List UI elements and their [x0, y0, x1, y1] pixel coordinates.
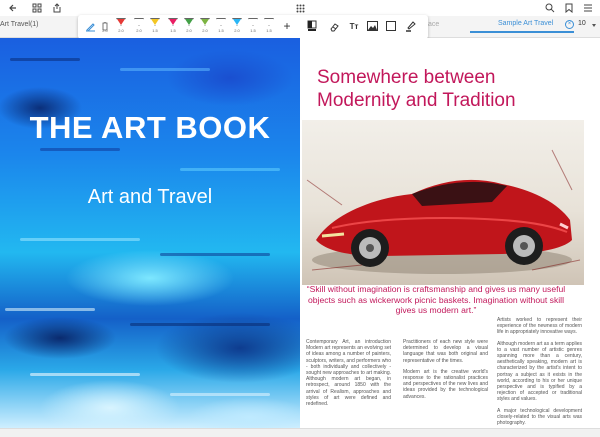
paragraph: Practitioners of each new style were det… — [403, 339, 488, 364]
bottom-bar — [0, 428, 600, 437]
app-bar — [0, 0, 600, 16]
page-number-select[interactable]: 10 — [578, 20, 598, 32]
pen-tool-4[interactable]: 1.5 — [148, 18, 162, 36]
pen-color-swatch — [169, 19, 177, 25]
grid-icon[interactable] — [30, 1, 44, 15]
paragraph: Modern art is the creative world's respo… — [403, 368, 488, 400]
menu-icon[interactable] — [581, 1, 595, 15]
paragraph: Although modern art as a term applies to… — [497, 340, 582, 403]
pen-size: 2.0 — [202, 28, 208, 33]
pen-tool-1[interactable]: 2.0 — [98, 18, 112, 36]
close-icon[interactable]: × — [565, 20, 574, 29]
pen-tool-7[interactable]: 2.0 — [198, 18, 212, 36]
book-title: THE ART BOOK — [29, 110, 271, 145]
article-column-3: Artists worked to represent their experi… — [497, 317, 582, 428]
book-subtitle: Art and Travel — [87, 186, 213, 208]
pen-tool-2[interactable]: 2.0 — [114, 18, 128, 36]
drawing-toolbar: 2.0 2.0 2.0 1.5 1.5 2.0 2.0 1.5 2.0 1.5 … — [78, 15, 428, 39]
paragraph: A major technological development closel… — [497, 407, 582, 427]
text-icon[interactable]: Tт — [348, 20, 360, 32]
share-icon[interactable] — [50, 1, 64, 15]
pen-size: 1.5 — [152, 28, 158, 33]
search-icon[interactable] — [543, 1, 557, 15]
pen-size: 2.0 — [234, 28, 240, 33]
pull-quote: “Skill without imagination is craftsmans… — [306, 284, 566, 315]
pen-size: 1.5 — [218, 28, 224, 33]
pen-color-swatch — [151, 19, 159, 25]
pen-tool-9[interactable]: 2.0 — [230, 18, 244, 36]
pen-tool-6[interactable]: 2.0 — [182, 18, 196, 36]
pen-icon — [216, 18, 226, 26]
tab-hidden[interactable]: ace — [428, 21, 439, 28]
article-column-2: Practitioners of each new style were det… — [403, 339, 488, 405]
pen-icon — [248, 18, 258, 26]
pen-tool-5[interactable]: 1.5 — [166, 18, 180, 36]
pen-tool-11[interactable]: 1.5 — [262, 18, 276, 36]
pen-tool-8[interactable]: 1.5 — [214, 18, 228, 36]
pen-tool-10[interactable]: 1.5 — [246, 18, 260, 36]
eraser-icon[interactable] — [328, 20, 340, 32]
pen-size: 2.0 — [118, 28, 124, 33]
tab-art-travel[interactable]: Art Travel(1) — [0, 21, 39, 28]
headline-line-1: Somewhere between — [317, 67, 496, 88]
tab-sample-art-travel[interactable]: Sample Art Travel × — [470, 18, 574, 33]
apps-icon[interactable] — [293, 1, 307, 15]
add-pen-button[interactable]: + — [281, 19, 293, 33]
pen-icon — [264, 18, 274, 26]
article-headline: Somewhere between Modernity and Traditio… — [317, 66, 597, 112]
pen-size: 1.5 — [266, 28, 272, 33]
color-swatch-icon[interactable] — [306, 20, 318, 32]
tab-sample-art-travel-label: Sample Art Travel — [498, 20, 554, 27]
highlighter-icon[interactable] — [405, 20, 417, 32]
pen-color-swatch — [201, 19, 209, 25]
pen-size: 1.5 — [250, 28, 256, 33]
article-page: Somewhere between Modernity and Traditio… — [300, 38, 600, 428]
pen-color-swatch — [117, 19, 125, 25]
shape-icon[interactable] — [385, 20, 397, 32]
pen-select-icon[interactable] — [84, 20, 96, 32]
pen-size: 2.0 — [102, 28, 108, 33]
pen-color-swatch — [233, 19, 241, 25]
headline-line-2: Modernity and Tradition — [317, 90, 516, 111]
image-icon[interactable] — [366, 20, 378, 32]
paragraph: Artists worked to represent their experi… — [497, 317, 582, 336]
pen-icon — [134, 18, 144, 26]
article-column-1: Contemporary Art, an introduction Modern… — [306, 339, 391, 412]
pen-size: 2.0 — [186, 28, 192, 33]
sports-car-artwork — [302, 120, 584, 285]
cover-page: THE ART BOOK Art and Travel — [0, 38, 300, 428]
pen-size: 1.5 — [170, 28, 176, 33]
paragraph: Contemporary Art, an introduction Modern… — [306, 339, 391, 408]
pen-color-swatch — [185, 19, 193, 25]
bookmark-icon[interactable] — [562, 1, 576, 15]
back-arrow-icon[interactable] — [6, 1, 20, 15]
pen-size: 2.0 — [136, 28, 142, 33]
pen-tool-3[interactable]: 2.0 — [132, 18, 146, 36]
